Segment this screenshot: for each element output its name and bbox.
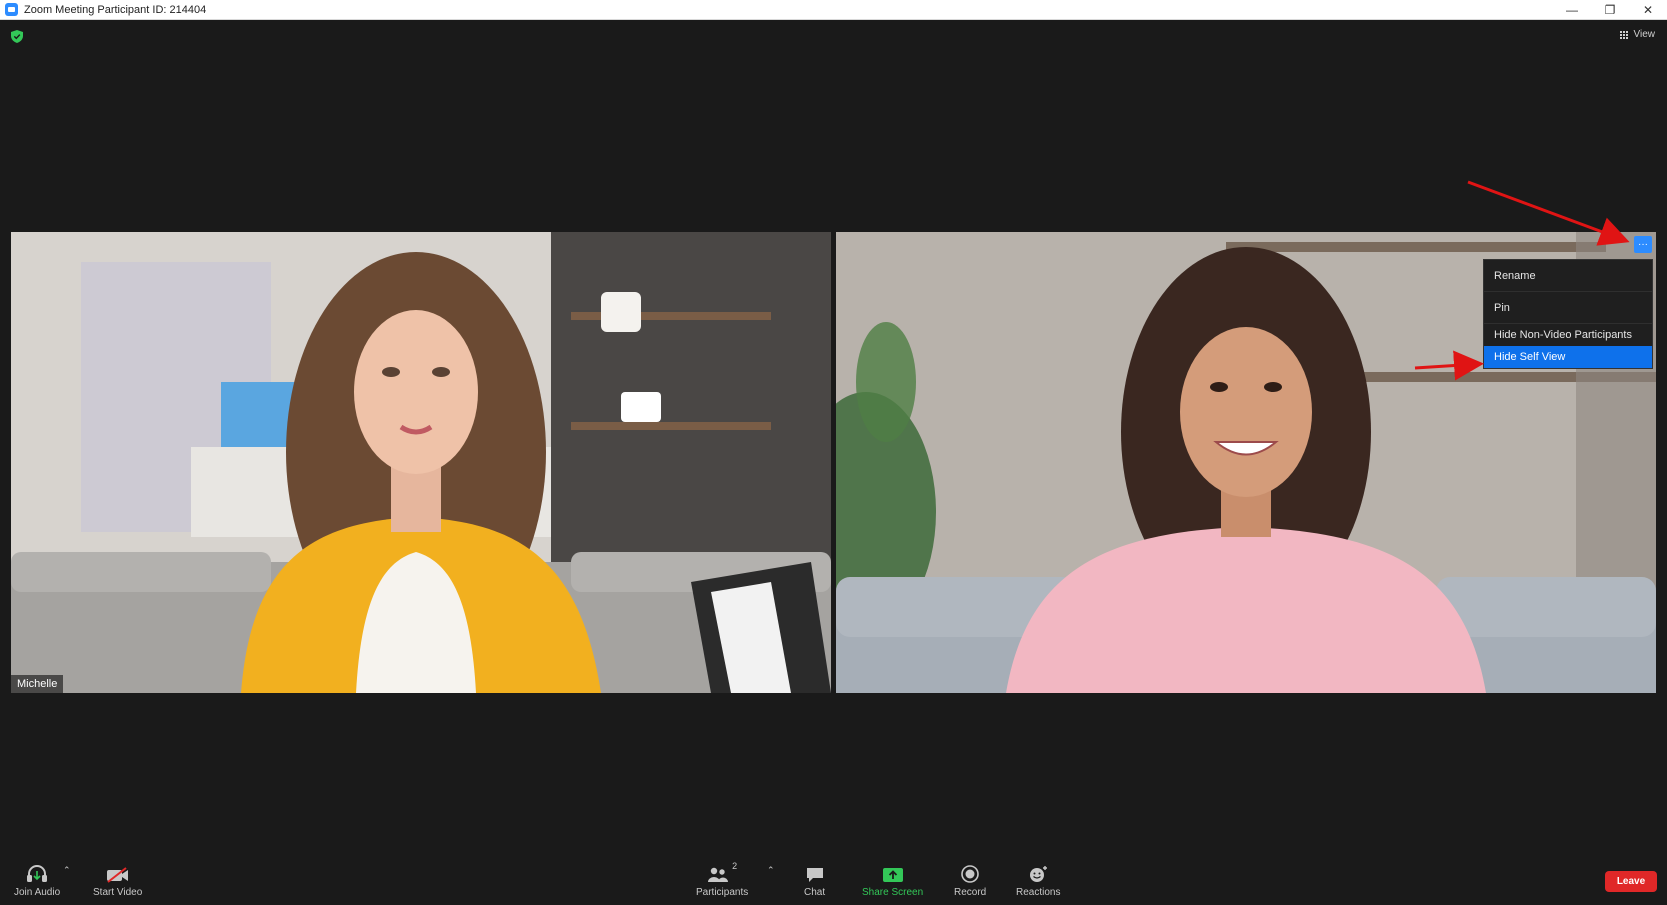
menu-item-hide-self-view[interactable]: Hide Self View xyxy=(1484,346,1652,368)
shield-icon[interactable] xyxy=(11,30,23,43)
window-controls: — ❐ ✕ xyxy=(1553,0,1667,20)
participants-label: Participants xyxy=(696,887,749,898)
join-audio-button[interactable]: Join Audio xyxy=(14,861,60,898)
title-bar: Zoom Meeting Participant ID: 214404 — ❐ … xyxy=(0,0,1667,20)
tile-options-menu: Rename Pin Hide Non-Video Participants H… xyxy=(1483,259,1653,369)
zoom-app-icon xyxy=(5,3,18,16)
record-button[interactable]: Record xyxy=(954,861,986,898)
minimize-icon[interactable]: — xyxy=(1553,0,1591,20)
record-icon xyxy=(961,865,979,883)
reactions-icon xyxy=(1030,866,1048,882)
grid-view-icon xyxy=(1620,30,1629,39)
record-label: Record xyxy=(954,887,987,898)
view-label: View xyxy=(1633,29,1656,40)
audio-options-caret-icon[interactable]: ⌃ xyxy=(63,865,71,876)
share-screen-label: Share Screen xyxy=(862,887,924,898)
share-screen-button[interactable]: Share Screen xyxy=(862,861,923,898)
share-screen-icon xyxy=(882,868,903,882)
participants-icon xyxy=(708,867,729,882)
view-button[interactable]: View xyxy=(1620,29,1656,40)
start-video-button[interactable]: Start Video xyxy=(93,861,142,898)
reactions-label: Reactions xyxy=(1016,887,1061,898)
participant-name-tag: Michelle xyxy=(11,675,64,693)
menu-item-rename[interactable]: Rename xyxy=(1484,260,1652,292)
restore-icon[interactable]: ❐ xyxy=(1591,0,1629,20)
video-tile-michelle[interactable]: Michelle xyxy=(11,232,831,693)
join-audio-label: Join Audio xyxy=(14,887,61,898)
reactions-button[interactable]: Reactions xyxy=(1016,861,1060,898)
leave-button[interactable]: Leave xyxy=(1605,871,1657,892)
participants-count: 2 xyxy=(732,861,738,871)
participants-options-caret-icon[interactable]: ⌃ xyxy=(767,865,775,876)
chat-button[interactable]: Chat xyxy=(804,861,825,898)
menu-item-hide-non-video[interactable]: Hide Non-Video Participants xyxy=(1484,324,1652,346)
window-title: Zoom Meeting Participant ID: 214404 xyxy=(24,3,207,16)
start-video-label: Start Video xyxy=(93,887,143,898)
video-off-icon xyxy=(106,867,128,883)
more-options-button[interactable]: ··· xyxy=(1634,236,1652,253)
meeting-toolbar: Join Audio ⌃ Start Video 2 Participants … xyxy=(0,855,1667,905)
chat-label: Chat xyxy=(804,887,826,898)
chat-icon xyxy=(806,868,823,882)
participants-button[interactable]: 2 Participants xyxy=(696,861,748,898)
close-icon[interactable]: ✕ xyxy=(1629,0,1667,20)
menu-item-pin[interactable]: Pin xyxy=(1484,292,1652,324)
participant-video-michelle xyxy=(11,232,831,693)
headphones-icon xyxy=(27,865,48,882)
zoom-window: Zoom Meeting Participant ID: 214404 — ❐ … xyxy=(0,0,1667,905)
